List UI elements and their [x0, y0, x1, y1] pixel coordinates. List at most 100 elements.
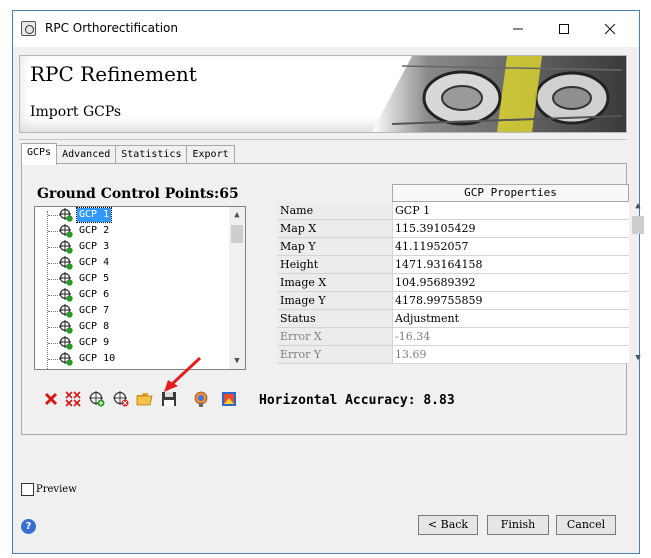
- scroll-up-arrow-icon[interactable]: ▲: [229, 207, 245, 223]
- props-scroll-up-icon[interactable]: ▲: [631, 198, 645, 214]
- preview-toggle[interactable]: Preview: [21, 483, 77, 496]
- property-value[interactable]: 115.39105429: [392, 220, 629, 238]
- gcp-tree-scrollbar[interactable]: ▲ ▼: [229, 207, 245, 369]
- delete-icon[interactable]: [42, 390, 60, 408]
- preview-label: Preview: [36, 484, 77, 495]
- wizard-header: RPC Refinement Import GCPs: [19, 55, 627, 133]
- maximize-icon: [559, 24, 569, 34]
- property-value[interactable]: Adjustment: [392, 310, 629, 328]
- property-row: Error Y 13.69: [277, 346, 631, 364]
- gcp-tree-item-label: GCP 5: [79, 273, 110, 284]
- maximize-button[interactable]: [541, 11, 587, 47]
- property-row: Status Adjustment: [277, 310, 631, 328]
- gcp-tree-item[interactable]: GCP 9: [35, 335, 229, 351]
- property-value[interactable]: GCP 1: [392, 202, 629, 220]
- gcp-point-icon: [59, 304, 73, 318]
- property-row: Height 1471.93164158: [277, 256, 631, 274]
- property-name: Error X: [277, 328, 392, 346]
- gcp-tree-item[interactable]: GCP 2: [35, 223, 229, 239]
- tab-statistics[interactable]: Statistics: [115, 145, 188, 165]
- gcp-tree-item-label: GCP 4: [79, 257, 110, 268]
- finish-button[interactable]: Finish: [487, 515, 549, 535]
- gcp-point-icon: [59, 240, 73, 254]
- props-scroll-down-icon[interactable]: ▼: [631, 350, 645, 366]
- preview-checkbox[interactable]: [21, 483, 34, 496]
- header-separator: [19, 139, 627, 140]
- help-icon[interactable]: ?: [21, 519, 36, 534]
- property-value[interactable]: 4178.99755859: [392, 292, 629, 310]
- gcp-point-icon: [59, 208, 73, 222]
- gcp-tree-item[interactable]: GCP 5: [35, 271, 229, 287]
- title-bar: RPC Orthorectification: [13, 11, 639, 47]
- property-row: Error X -16.34: [277, 328, 631, 346]
- scroll-down-arrow-icon[interactable]: ▼: [229, 353, 245, 369]
- gcp-count-heading: Ground Control Points:65: [37, 186, 239, 202]
- gcp-point-icon: [59, 336, 73, 350]
- property-name: Image X: [277, 274, 392, 292]
- add-gcp-icon[interactable]: [88, 390, 106, 408]
- gcp-tree-item-label: GCP 6: [79, 289, 110, 300]
- cancel-button[interactable]: Cancel: [556, 515, 616, 535]
- props-scroll-thumb[interactable]: [632, 216, 644, 234]
- property-name: Status: [277, 310, 392, 328]
- gcp-tree-item-label: GCP 3: [79, 241, 110, 252]
- close-icon: [604, 23, 616, 35]
- property-name: Error Y: [277, 346, 392, 364]
- tab-gcps[interactable]: GCPs: [21, 143, 58, 165]
- property-name: Map Y: [277, 238, 392, 256]
- property-value[interactable]: 41.11952057: [392, 238, 629, 256]
- scroll-thumb[interactable]: [231, 225, 243, 243]
- property-name: Name: [277, 202, 392, 220]
- gcp-properties-header: GCP Properties: [392, 184, 629, 202]
- close-button[interactable]: [587, 11, 633, 47]
- property-row: Map Y 41.11952057: [277, 238, 631, 256]
- property-row: Name GCP 1: [277, 202, 631, 220]
- tab-advanced[interactable]: Advanced: [56, 145, 117, 165]
- gcp-tree-item-label: GCP 10: [79, 353, 116, 364]
- delete-all-icon[interactable]: [64, 390, 82, 408]
- gcp-tree-item-label: GCP 8: [79, 321, 110, 332]
- property-value[interactable]: 104.95689392: [392, 274, 629, 292]
- property-value[interactable]: 13.69: [392, 346, 629, 364]
- app-icon: [21, 21, 36, 36]
- minimize-button[interactable]: [495, 11, 541, 47]
- gcp-tree-item[interactable]: GCP 7: [35, 303, 229, 319]
- gcp-tree[interactable]: GCP 1 GCP 2 GCP 3 GCP 4 GCP 5 GCP 6 GCP 7 GCP 8…: [34, 206, 246, 370]
- gcp-tree-item[interactable]: GCP 8: [35, 319, 229, 335]
- tab-strip: GCPs Advanced Statistics Export: [21, 143, 235, 165]
- property-name: Image Y: [277, 292, 392, 310]
- gcp-tree-item[interactable]: GCP 4: [35, 255, 229, 271]
- gcp-point-icon: [59, 272, 73, 286]
- remove-gcp-icon[interactable]: [112, 390, 130, 408]
- gcp-point-icon: [59, 288, 73, 302]
- property-row: Map X 115.39105429: [277, 220, 631, 238]
- stadium-banner-image: [372, 56, 626, 132]
- properties-scrollbar[interactable]: ▲ ▼: [631, 201, 645, 366]
- property-row: Image Y 4178.99755859: [277, 292, 631, 310]
- back-button[interactable]: < Back: [418, 515, 478, 535]
- property-row: Image X 104.95689392: [277, 274, 631, 292]
- property-value[interactable]: 1471.93164158: [392, 256, 629, 274]
- gcp-tree-item-label: GCP 1: [75, 207, 113, 223]
- property-name: Height: [277, 256, 392, 274]
- gcp-point-icon: [59, 352, 73, 366]
- tab-export[interactable]: Export: [186, 145, 235, 165]
- gcp-point-icon: [59, 224, 73, 238]
- property-value[interactable]: -16.34: [392, 328, 629, 346]
- property-name: Map X: [277, 220, 392, 238]
- image-icon[interactable]: [220, 390, 238, 408]
- header-subtitle: Import GCPs: [30, 104, 122, 120]
- horizontal-accuracy-label: Horizontal Accuracy: 8.83: [259, 393, 455, 408]
- gcp-tree-item[interactable]: GCP 3: [35, 239, 229, 255]
- minimize-icon: [513, 28, 523, 30]
- red-arrow-annotation-icon: [164, 356, 202, 392]
- open-folder-icon[interactable]: [136, 390, 154, 408]
- gcp-point-icon: [59, 320, 73, 334]
- gcp-tree-item-label: GCP 9: [79, 337, 110, 348]
- gcp-point-icon: [59, 256, 73, 270]
- gcps-tab-panel: Ground Control Points:65 GCP 1 GCP 2 GCP 3…: [21, 163, 644, 435]
- window-title: RPC Orthorectification: [45, 21, 178, 35]
- header-title: RPC Refinement: [30, 62, 197, 86]
- gcp-tree-item[interactable]: GCP 6: [35, 287, 229, 303]
- gcp-tree-item[interactable]: GCP 1: [35, 207, 229, 223]
